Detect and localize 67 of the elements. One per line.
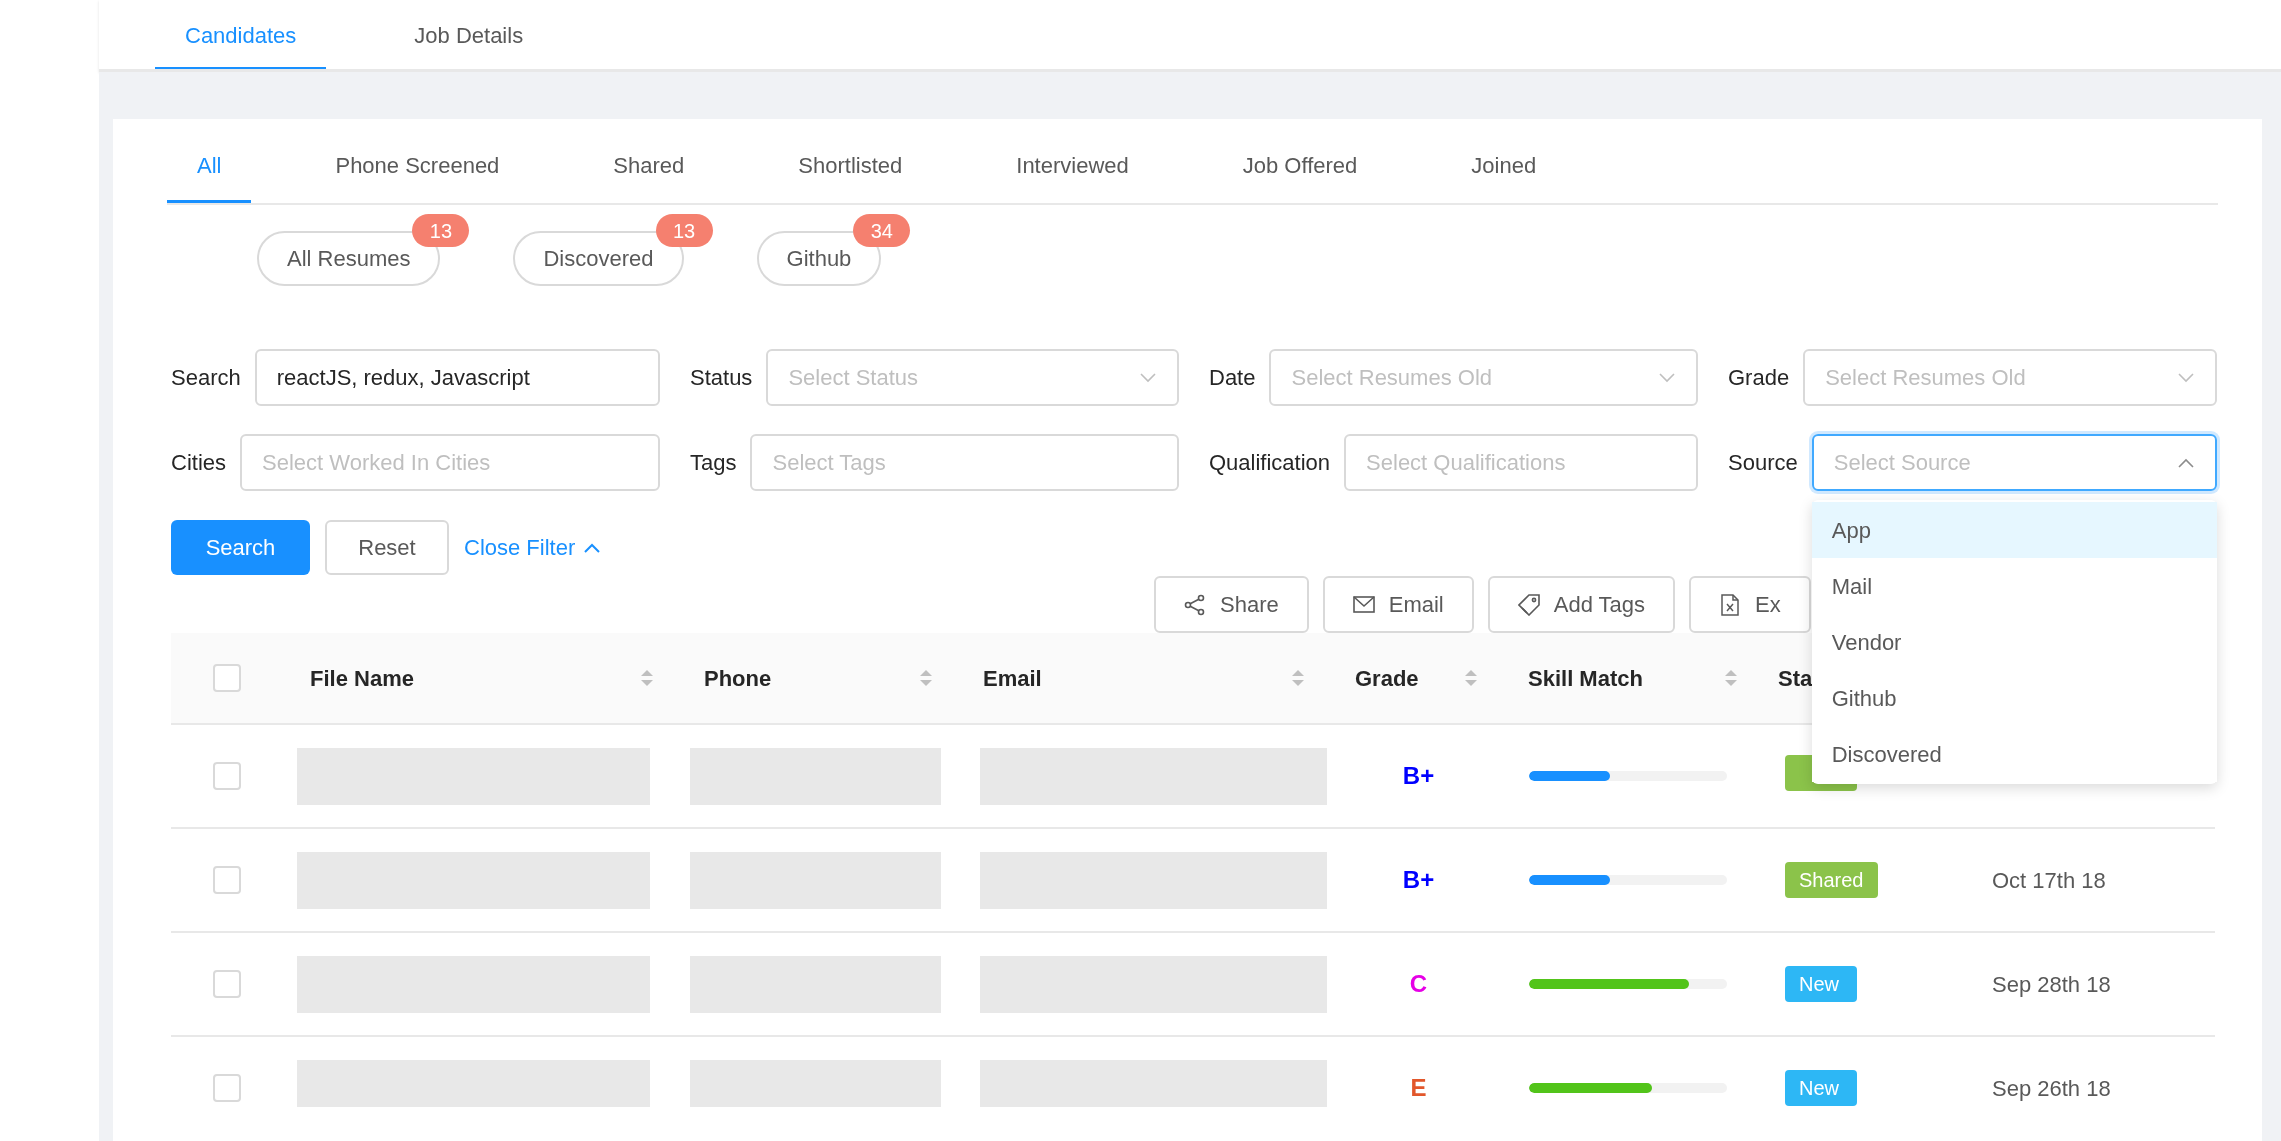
chevron-down-icon <box>1139 371 1157 384</box>
tab[interactable]: Job Details <box>384 0 554 69</box>
dropdown-option[interactable]: Discovered <box>1811 726 2217 782</box>
status-tag: New <box>1785 966 1857 1002</box>
date-text: Sep 28th 18 <box>1992 971 2111 997</box>
stage-tab[interactable]: Job Offered <box>1212 119 1388 203</box>
stage-tab[interactable]: Interviewed <box>986 119 1159 203</box>
column-header[interactable]: Phone <box>704 661 772 695</box>
field-label: Grade <box>1728 364 1790 392</box>
count-badge: 34 <box>853 214 911 247</box>
chevron-down-icon <box>1658 371 1676 384</box>
count-badge: 13 <box>655 214 713 247</box>
status-tag: New <box>1785 1070 1857 1106</box>
chevron-up-icon <box>583 541 602 554</box>
input-field[interactable]: Select Worked In Cities <box>240 434 660 491</box>
spreadsheet-file-icon <box>1719 593 1742 616</box>
column-header[interactable]: Email <box>983 661 1042 695</box>
dropdown-option[interactable]: App <box>1811 502 2217 558</box>
action-button[interactable]: Ex <box>1689 576 1811 633</box>
column-header[interactable]: Grade <box>1355 661 1419 695</box>
stage-tab[interactable]: Shared <box>583 119 715 203</box>
envelope-icon <box>1352 593 1375 616</box>
checkbox[interactable] <box>213 664 241 692</box>
tag-icon <box>1517 593 1540 616</box>
dropdown-option[interactable]: Github <box>1811 670 2217 726</box>
grade-text: E <box>1410 1073 1427 1103</box>
sort-icon <box>919 669 933 687</box>
field-label: Cities <box>171 449 226 477</box>
field-label: Qualification <box>1209 449 1331 477</box>
stage-tab[interactable]: Phone Screened <box>305 119 530 203</box>
input-field[interactable]: Select Tags <box>750 434 1179 491</box>
grade-text: B+ <box>1402 761 1435 791</box>
share-icon <box>1184 593 1206 616</box>
field-label: Tags <box>690 449 737 477</box>
date-text: Oct 17th 18 <box>1992 867 2106 893</box>
field-label: Source <box>1728 449 1798 477</box>
grade-text: C <box>1409 969 1428 999</box>
dropdown-option[interactable]: Vendor <box>1811 614 2217 670</box>
stage-tab[interactable]: Shortlisted <box>768 119 933 203</box>
status-tag: Shared <box>1785 862 1878 898</box>
field-label: Search <box>171 364 241 392</box>
count-badge: 13 <box>412 214 470 247</box>
column-header[interactable]: Sta <box>1778 661 1813 695</box>
checkbox[interactable] <box>213 762 241 790</box>
checkbox[interactable] <box>213 866 241 894</box>
input-field[interactable]: reactJS, redux, Javascript <box>254 349 660 406</box>
column-header[interactable]: Skill Match <box>1528 661 1643 695</box>
sort-icon <box>1291 669 1305 687</box>
chevron-up-icon <box>2177 456 2195 469</box>
field-label: Date <box>1209 364 1256 392</box>
stage-tab[interactable]: Joined <box>1441 119 1567 203</box>
action-button[interactable]: Add Tags <box>1487 576 1676 633</box>
dropdown-option[interactable]: Mail <box>1811 558 2217 614</box>
date-text: Sep 26th 18 <box>1992 1075 2111 1101</box>
grade-text: B+ <box>1402 865 1435 895</box>
action-button[interactable]: Share <box>1154 576 1309 633</box>
field-label: Status <box>690 364 753 392</box>
input-field[interactable]: Select Qualifications <box>1344 434 1698 491</box>
reset-button[interactable]: Reset <box>325 520 449 575</box>
sort-icon <box>1724 669 1738 687</box>
action-button[interactable]: Email <box>1322 576 1474 633</box>
column-header[interactable]: File Name <box>310 661 414 695</box>
sort-icon <box>640 669 654 687</box>
sort-icon <box>1464 669 1478 687</box>
chevron-down-icon <box>2177 371 2195 384</box>
checkbox[interactable] <box>213 1074 241 1102</box>
checkbox[interactable] <box>213 970 241 998</box>
